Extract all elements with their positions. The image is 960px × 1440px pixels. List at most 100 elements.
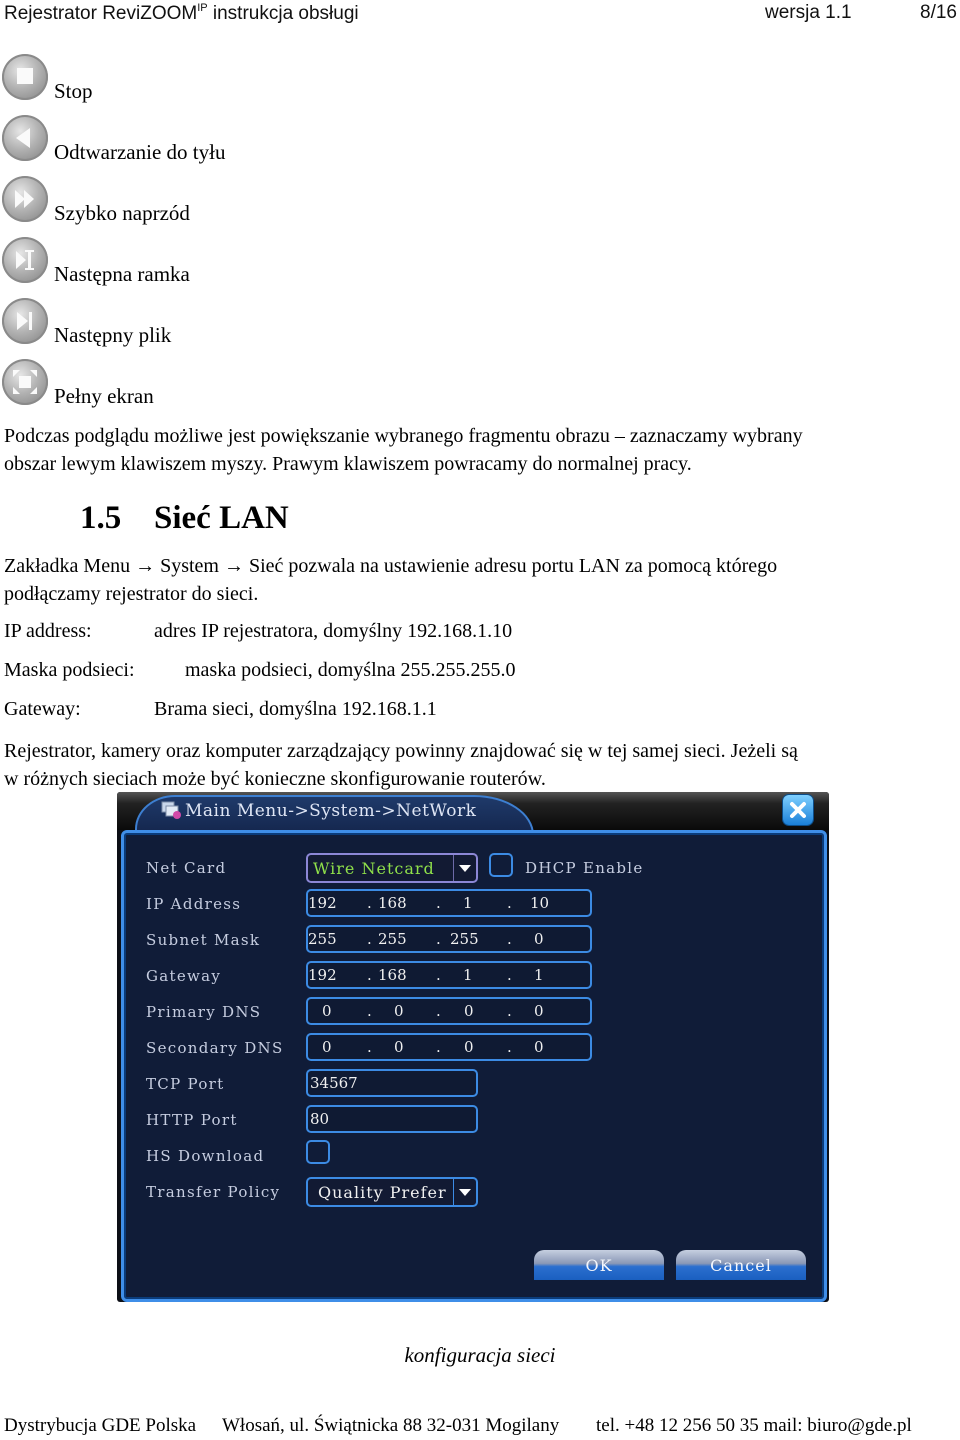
definition-gateway: Gateway: Brama sieci, domyślna 192.168.1.… [4, 698, 437, 721]
ip-dot: . [367, 930, 372, 948]
ip-dot: . [367, 1002, 372, 1020]
paragraph-line: obszar lewym klawiszem myszy. Prawym kla… [4, 453, 692, 475]
dialog-body: Net Card Wire Netcard DHCP Enable IP Add… [121, 830, 827, 1302]
chevron-down-icon[interactable] [453, 1179, 476, 1205]
ip-dot: . [367, 1038, 372, 1056]
secondary-dns-field[interactable]: 0 . 0 . 0 . 0 [306, 1033, 592, 1061]
document-title: Rejestrator ReviZOOMIP instrukcja obsług… [4, 2, 359, 25]
cancel-button[interactable]: Cancel [676, 1250, 806, 1280]
close-icon [790, 802, 806, 818]
primary-dns-label: Primary DNS [146, 1003, 262, 1021]
definition-ip-address: IP address: adres IP rejestratora, domyśl… [4, 620, 512, 643]
dns2-octet-2[interactable]: 0 [394, 1038, 404, 1056]
ip-octet-4[interactable]: 10 [530, 894, 549, 912]
ip-address-field[interactable]: 192 . 168 . 1 . 10 [306, 889, 592, 917]
hs-download-label: HS Download [146, 1147, 265, 1165]
gateway-octet-2[interactable]: 168 [378, 966, 407, 984]
page-number: 8/16 [920, 2, 957, 23]
dns2-octet-1[interactable]: 0 [322, 1038, 332, 1056]
fullscreen-icon [2, 359, 48, 405]
hs-download-checkbox[interactable] [306, 1140, 330, 1164]
dns2-octet-3[interactable]: 0 [464, 1038, 474, 1056]
ip-dot: . [436, 966, 441, 984]
ip-dot: . [436, 894, 441, 912]
dhcp-enable-checkbox[interactable] [489, 853, 513, 877]
network-settings-dialog: Main Menu->System->NetWork Net Card Wire… [117, 792, 829, 1302]
footer-address: Włosań, ul. Świątnicka 88 32-031 Mogilan… [222, 1415, 560, 1436]
gateway-field[interactable]: 192 . 168 . 1 . 1 [306, 961, 592, 989]
gateway-octet-4[interactable]: 1 [534, 966, 544, 984]
definition-term: IP address: [4, 620, 92, 642]
ip-octet-1[interactable]: 192 [308, 894, 337, 912]
gateway-octet-1[interactable]: 192 [308, 966, 337, 984]
intro-paragraph: Zakładka Menu → System → Sieć pozwala na… [4, 552, 959, 608]
next-file-icon [2, 298, 48, 344]
section-title: Sieć LAN [154, 500, 289, 536]
control-label: Stop [54, 79, 93, 103]
http-port-field[interactable]: 80 [306, 1105, 478, 1133]
mask-octet-2[interactable]: 255 [378, 930, 407, 948]
dns1-octet-4[interactable]: 0 [534, 1002, 544, 1020]
paragraph-line: Zakładka Menu → System → Sieć pozwala na… [4, 555, 778, 577]
transfer-policy-value: Quality Prefer [318, 1183, 447, 1202]
ip-dot: . [436, 1038, 441, 1056]
dns1-octet-1[interactable]: 0 [322, 1002, 332, 1020]
title-main: Rejestrator ReviZOOM [4, 3, 198, 24]
ip-dot: . [507, 894, 512, 912]
primary-dns-field[interactable]: 0 . 0 . 0 . 0 [306, 997, 592, 1025]
ip-dot: . [507, 1002, 512, 1020]
ip-dot: . [367, 966, 372, 984]
ip-dot: . [436, 1002, 441, 1020]
mask-octet-4[interactable]: 0 [534, 930, 544, 948]
stop-icon [2, 54, 48, 100]
ip-octet-2[interactable]: 168 [378, 894, 407, 912]
close-button[interactable] [783, 795, 813, 825]
control-label: Pełny ekran [54, 384, 154, 408]
fast-forward-icon [2, 176, 48, 222]
paragraph-line: podłączamy rejestrator do sieci. [4, 583, 259, 605]
tcp-port-field[interactable]: 34567 [306, 1069, 478, 1097]
tcp-port-label: TCP Port [146, 1075, 225, 1093]
title-rest: instrukcja obsługi [207, 3, 359, 24]
dns1-octet-2[interactable]: 0 [394, 1002, 404, 1020]
ip-address-label: IP Address [146, 895, 242, 913]
definition-term: Gateway: [4, 698, 81, 720]
network-note: Rejestrator, kamery oraz komputer zarząd… [4, 737, 959, 793]
title-superscript: IP [197, 2, 208, 14]
net-card-label: Net Card [146, 859, 227, 877]
paragraph-line: w różnych sieciach może być konieczne sk… [4, 768, 546, 790]
dhcp-enable-label: DHCP Enable [525, 859, 644, 877]
tcp-port-value: 34567 [310, 1074, 358, 1092]
net-card-value: Wire Netcard [313, 859, 435, 878]
definition-desc: adres IP rejestratora, domyślny 192.168.… [154, 620, 513, 642]
paragraph-line: Podczas podglądu możliwe jest powiększan… [4, 425, 803, 447]
chevron-down-icon[interactable] [453, 855, 476, 881]
http-port-label: HTTP Port [146, 1111, 238, 1129]
ip-dot: . [507, 930, 512, 948]
transfer-policy-select[interactable]: Quality Prefer [306, 1177, 478, 1207]
figure-caption: konfiguracja sieci [404, 1343, 556, 1367]
ip-dot: . [507, 1038, 512, 1056]
gateway-octet-3[interactable]: 1 [463, 966, 473, 984]
gateway-label: Gateway [146, 967, 222, 985]
ok-button[interactable]: OK [534, 1250, 664, 1280]
mask-octet-3[interactable]: 255 [450, 930, 479, 948]
ip-dot: . [436, 930, 441, 948]
next-frame-icon [2, 237, 48, 283]
net-card-select[interactable]: Wire Netcard [306, 853, 478, 883]
definition-term: Maska podsieci: [4, 659, 135, 681]
network-menu-icon [161, 801, 181, 819]
footer-company: Dystrybucja GDE Polska [4, 1415, 197, 1436]
mask-octet-1[interactable]: 255 [308, 930, 337, 948]
subnet-mask-field[interactable]: 255 . 255 . 255 . 0 [306, 925, 592, 953]
ip-dot: . [507, 966, 512, 984]
section-number: 1.5 [80, 500, 122, 536]
definition-desc: Brama sieci, domyślna 192.168.1.1 [154, 698, 437, 720]
http-port-value: 80 [310, 1110, 330, 1128]
play-backward-icon [2, 115, 48, 161]
dns2-octet-4[interactable]: 0 [534, 1038, 544, 1056]
control-label: Następny plik [54, 323, 172, 347]
control-label: Odtwarzanie do tyłu [54, 140, 226, 164]
dns1-octet-3[interactable]: 0 [464, 1002, 474, 1020]
ip-octet-3[interactable]: 1 [463, 894, 473, 912]
